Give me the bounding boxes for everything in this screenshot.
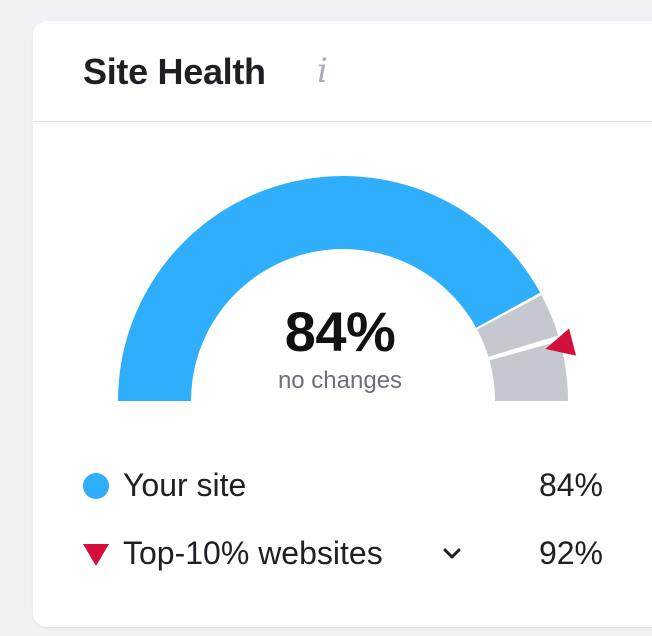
gauge-value: 84% [284,300,396,363]
legend-top10-label: Top-10% websites [123,535,383,571]
legend-your-site-value: 84% [538,467,603,503]
legend-top10-dropdown[interactable]: Top-10% websites 92% [83,531,603,575]
legend-top10-value: 92% [538,535,603,571]
your-site-dot-icon [83,473,109,499]
gauge-change-status: no changes [277,367,403,394]
top10-triangle-icon [83,544,109,566]
site-health-card: Site Health i 84% no changes Your site 8… [33,21,652,627]
legend-your-site-label: Your site [123,467,247,503]
chevron-down-icon[interactable] [441,543,463,565]
legend-your-site: Your site 84% [83,463,603,507]
